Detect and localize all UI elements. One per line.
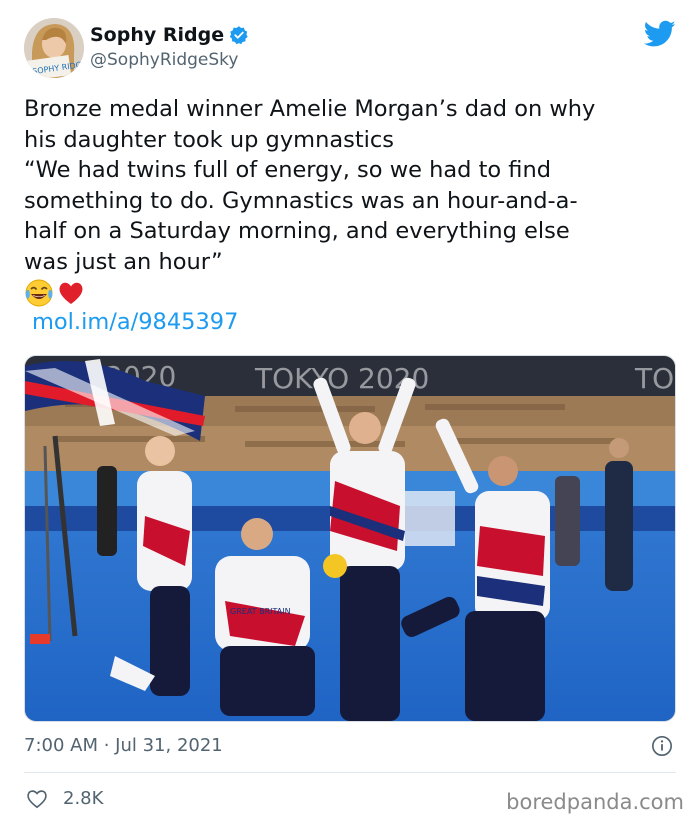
jersey-text: GREAT BRITAIN: [230, 607, 291, 616]
tweet-line: Bronze medal winner Amelie Morgan’s dad …: [24, 96, 596, 122]
emoji-row: [24, 278, 86, 308]
info-icon[interactable]: [651, 735, 673, 757]
tweet-line: something to do. Gymnastics was an hour-…: [24, 187, 578, 214]
tweet-header: SOPHY RIDGE Sophy Ridge @SophyRidgeSky: [24, 18, 676, 78]
author-display-name[interactable]: Sophy Ridge: [90, 24, 224, 46]
tweet-link[interactable]: mol.im/a/9845397: [32, 309, 238, 335]
twitter-bird-icon[interactable]: [644, 20, 676, 48]
avatar[interactable]: SOPHY RIDGE: [24, 18, 84, 78]
author-name-row: Sophy Ridge: [90, 24, 249, 46]
banner-to-text: TO: [634, 362, 674, 395]
crying-laughing-emoji-icon: [25, 279, 53, 307]
tweet-line: his daughter took up gymnastics: [24, 126, 395, 153]
tweet-timestamp[interactable]: 7:00 AM · Jul 31, 2021: [24, 735, 223, 756]
like-count[interactable]: 2.8K: [63, 788, 103, 809]
author-handle[interactable]: @SophyRidgeSky: [90, 50, 238, 70]
red-heart-emoji-icon: [59, 282, 83, 304]
boredpanda-watermark: boredpanda.com: [506, 790, 684, 814]
tweet-line: half on a Saturday morning, and everythi…: [24, 218, 570, 244]
verified-badge-icon: [229, 26, 248, 45]
divider: [24, 772, 676, 773]
heart-like-icon[interactable]: [26, 788, 48, 809]
tweet-line: was just an hour”: [24, 248, 223, 275]
tweet-photo[interactable]: 2020 TOKYO 2020 TO GREAT BRITAIN: [24, 355, 676, 722]
tweet-line: “We had twins full of energy, so we had …: [24, 157, 552, 183]
tweet-text: Bronze medal winner Amelie Morgan’s dad …: [24, 94, 676, 277]
